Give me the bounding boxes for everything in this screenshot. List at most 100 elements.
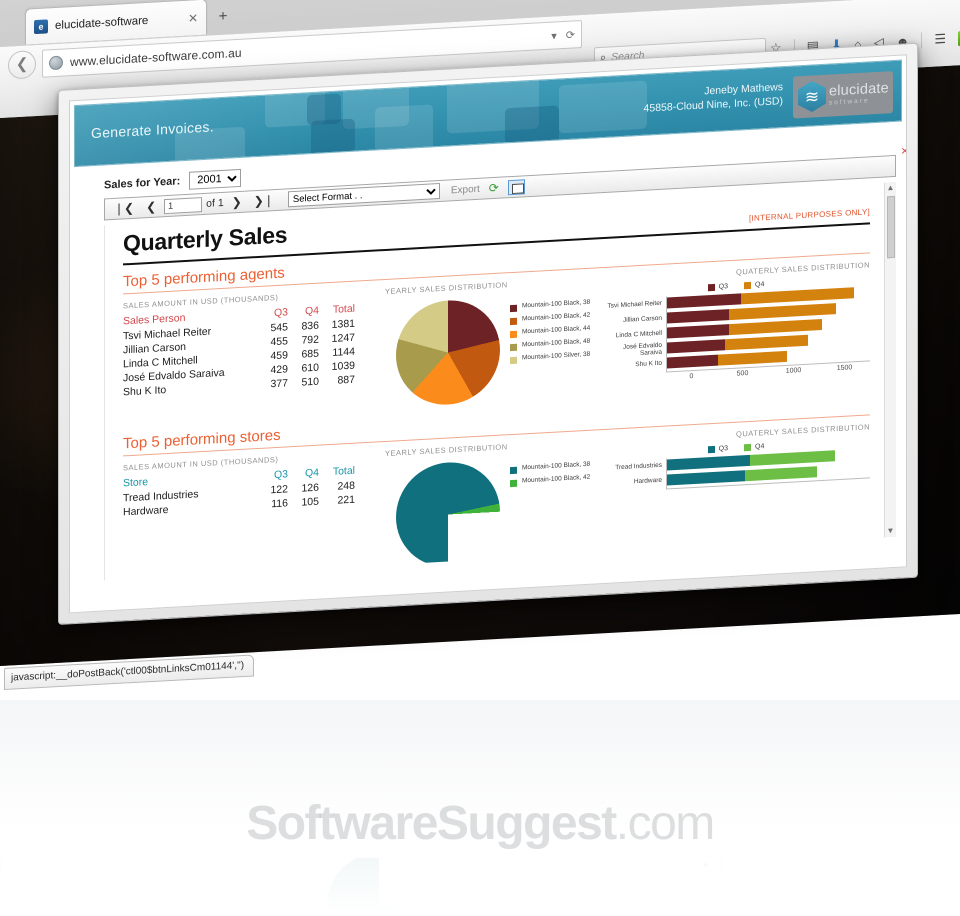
col-q4: Q4	[304, 304, 319, 318]
bar-segment-q3	[667, 339, 726, 354]
legend-label: Mountain-100 Black, 38	[522, 298, 591, 310]
cell-q4: 510	[301, 375, 319, 389]
last-page-icon[interactable]: ❯❘	[250, 193, 278, 209]
year-label: Sales for Year:	[104, 175, 181, 192]
page-count-label: of 1	[206, 196, 224, 210]
legend-label: Mountain-100 Black, 44	[522, 324, 591, 336]
bar-legend-label: Q3	[718, 283, 728, 291]
legend-item: Mountain-100 Black, 42	[510, 311, 602, 326]
report-scrollbar[interactable]: ▲ ▼	[884, 181, 896, 538]
bar-legend-swatch	[744, 281, 751, 290]
agents-table: Sales Person Q3 Q4 Total Tsvi Michael Re…	[123, 300, 385, 422]
bar-segment-q3	[667, 309, 729, 324]
legend-label: Mountain-100 Black, 42	[522, 311, 591, 323]
cell-q4: 105	[301, 495, 319, 509]
scrollbar-thumb[interactable]	[887, 195, 895, 259]
bar-segment-q4	[729, 318, 822, 336]
bar-category-label: Linda C Mitchell	[615, 329, 662, 340]
axis-tick: 1500	[836, 364, 853, 373]
bar-legend-item: Q3	[707, 445, 728, 454]
logo-tagline: software	[829, 97, 870, 107]
prev-page-icon[interactable]: ❮	[142, 199, 160, 215]
stores-table: Store Q3 Q4 Total Tread Industries122126…	[123, 462, 385, 580]
bar-segment-q4	[745, 466, 817, 482]
legend-item: Mountain-100 Black, 38	[510, 460, 602, 475]
legend-swatch	[510, 304, 517, 313]
bar-category-label: Jillian Carson	[622, 314, 662, 324]
axis-tick: 0	[689, 373, 694, 381]
bar-category-label: José Edvaldo Saraiva	[622, 341, 662, 357]
legend-item: Mountain-100 Black, 38	[510, 298, 602, 313]
bar-legend-swatch	[707, 283, 715, 292]
stores-bar-chart: Q3 Q4 Tread Industries Hardware	[602, 435, 870, 558]
legend-swatch	[510, 330, 517, 339]
stores-pie-chart	[395, 459, 500, 570]
agents-pie-chart	[395, 297, 500, 408]
bar-segment-q4	[725, 334, 808, 351]
report-canvas: Quarterly Sales [INTERNAL PURPOSES ONLY]…	[104, 181, 896, 581]
bar-category-label: Shu K Ito	[635, 359, 662, 369]
bar-segment-q3	[667, 354, 719, 369]
cell-total: 221	[337, 493, 355, 507]
legend-item: Mountain-100 Black, 48	[510, 337, 602, 352]
reload-icon[interactable]: ⟳	[566, 28, 575, 42]
report-close-icon[interactable]: ✕	[901, 146, 907, 157]
agents-bar-chart: Q3 Q4 Tsvi Michael Reiter Jillian Carson Li…	[602, 273, 870, 396]
chevron-down-icon[interactable]: ▾	[551, 29, 557, 42]
scroll-up-icon[interactable]: ▲	[885, 182, 896, 195]
refresh-icon[interactable]: ⟳	[489, 181, 499, 196]
agents-bars-grid: Tsvi Michael Reiter Jillian Carson Linda C…	[607, 285, 870, 373]
legend-label: Mountain-100 Silver, 38	[522, 350, 591, 362]
logo-hex-icon	[798, 80, 826, 113]
bar-legend-item: Q4	[744, 443, 765, 452]
export-format-select[interactable]: Select Format . .	[287, 182, 440, 208]
legend-label: Mountain-100 Black, 38	[522, 460, 591, 472]
scroll-down-icon[interactable]: ▼	[885, 525, 896, 538]
col-q3: Q3	[273, 306, 288, 320]
cell-q3: 377	[270, 377, 288, 391]
bar-segment-q4	[718, 350, 788, 366]
cell-total: 887	[337, 373, 355, 387]
menu-icon[interactable]: ☰	[934, 31, 946, 48]
year-select[interactable]: 2001	[189, 168, 242, 190]
back-icon[interactable]: ❮	[8, 50, 36, 80]
banner-user-info: Jeneby Mathews 45858-Cloud Nine, Inc. (U…	[644, 80, 783, 116]
agents-pie-column	[385, 293, 510, 408]
legend-swatch	[510, 343, 517, 352]
address-bar-actions: ▾ ⟳	[551, 28, 575, 42]
watermark-text: SoftwareSuggest	[246, 797, 617, 850]
legend-swatch	[510, 356, 517, 365]
export-link[interactable]: Export	[451, 183, 480, 196]
screenshot-stage: e elucidate-software ✕ + — ▢ ✕ ❮ www.elu…	[0, 0, 960, 916]
legend-swatch	[510, 317, 517, 326]
page-number-input[interactable]: 1	[164, 196, 203, 214]
next-page-icon[interactable]: ❯	[228, 195, 246, 210]
bar-segment-q3	[667, 324, 730, 339]
watermark-suffix: .com	[615, 797, 716, 850]
bar-category-label: Hardware	[633, 476, 662, 486]
print-icon[interactable]	[507, 178, 525, 195]
bar-segment-q3	[667, 293, 741, 309]
application-content: Generate Invoices. Jeneby Mathews 45858-…	[69, 54, 907, 614]
bar-segment-q3	[667, 470, 746, 486]
legend-swatch	[510, 466, 517, 475]
stores-pie-legend: Mountain-100 Black, 38Mountain-100 Black…	[510, 450, 602, 563]
url-text: www.elucidate-software.com.au	[70, 45, 242, 70]
globe-icon	[49, 55, 63, 71]
bar-category-label: Tsvi Michael Reiter	[607, 299, 662, 310]
bar-legend-label: Q3	[718, 445, 728, 453]
bar-legend-label: Q4	[755, 281, 765, 289]
axis-tick: 1000	[785, 367, 802, 375]
report-page: Quarterly Sales [INTERNAL PURPOSES ONLY]…	[105, 182, 896, 581]
bar-legend-label: Q4	[755, 443, 765, 451]
toolbar-divider-2	[921, 32, 923, 49]
col-q4: Q4	[304, 466, 319, 480]
tab-close-icon[interactable]: ✕	[186, 10, 200, 26]
first-page-icon[interactable]: ❘❮	[110, 201, 138, 217]
new-tab-icon[interactable]: +	[214, 7, 232, 26]
bar-category-label: Tread Industries	[615, 461, 662, 472]
legend-swatch	[510, 479, 517, 488]
app-logo: elucidate software	[793, 71, 893, 119]
application-window: Generate Invoices. Jeneby Mathews 45858-…	[58, 42, 918, 626]
legend-label: Mountain-100 Black, 48	[522, 337, 591, 349]
